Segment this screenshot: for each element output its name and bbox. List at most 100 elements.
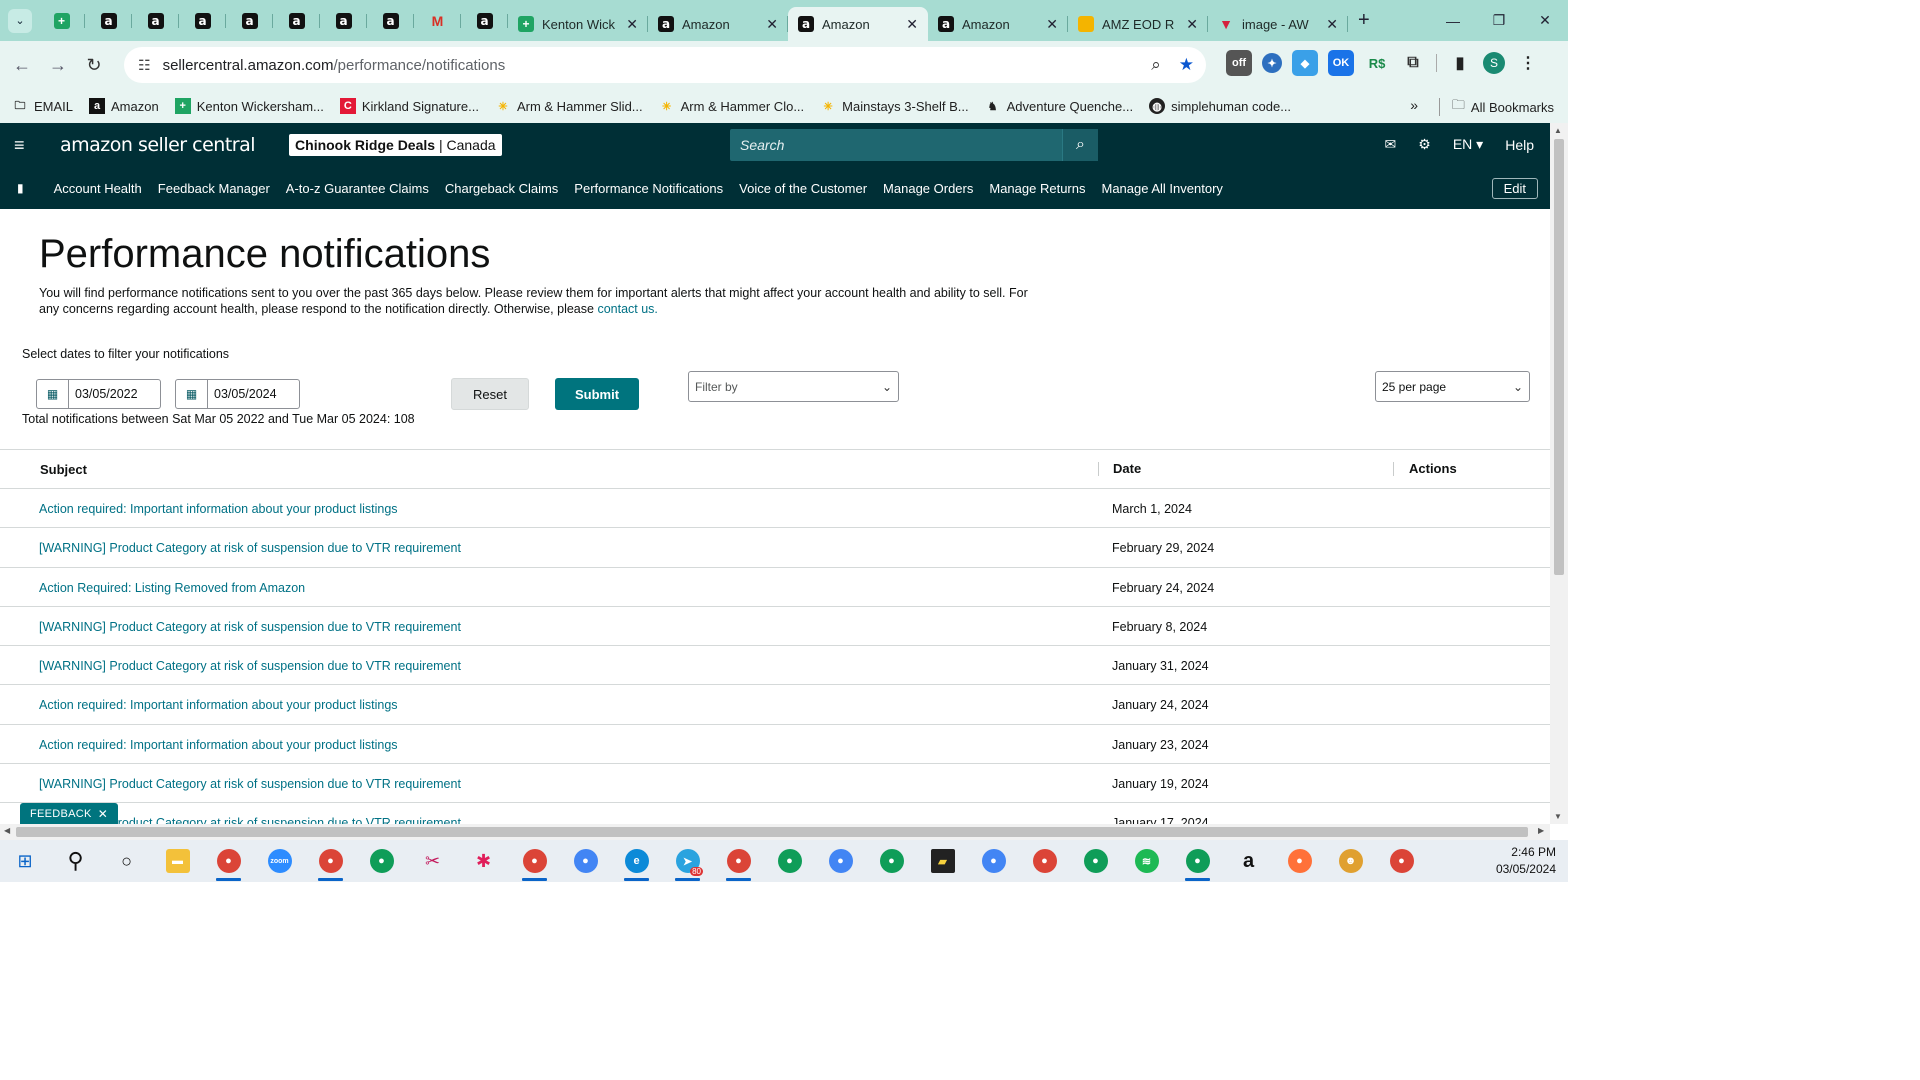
- new-tab-button[interactable]: +: [1358, 9, 1370, 32]
- language-selector[interactable]: EN ▾: [1453, 136, 1483, 153]
- task-view-icon[interactable]: ○: [101, 840, 152, 882]
- nav-manage-inventory[interactable]: Manage All Inventory: [1102, 181, 1223, 196]
- chrome-profile-icon[interactable]: ●: [815, 840, 866, 882]
- chrome-profile-icon[interactable]: ●: [968, 840, 1019, 882]
- chrome-profile-icon[interactable]: ●: [560, 840, 611, 882]
- site-info-icon[interactable]: ☷: [138, 57, 151, 74]
- spotify-icon[interactable]: ≋: [1121, 840, 1172, 882]
- pinned-tab-amazon[interactable]: a: [85, 5, 132, 37]
- bookmark-email[interactable]: 🗀 EMAIL: [12, 98, 74, 114]
- close-icon[interactable]: ✕: [626, 16, 638, 33]
- forward-icon[interactable]: →: [40, 47, 76, 83]
- bookmark-kenton[interactable]: + Kenton Wickersham...: [174, 98, 324, 114]
- scroll-down-icon[interactable]: ▼: [1554, 812, 1562, 821]
- close-icon[interactable]: ✕: [98, 807, 108, 821]
- extension-off-icon[interactable]: off: [1226, 50, 1252, 76]
- date-from-field[interactable]: ▦ 03/05/2022: [36, 379, 161, 409]
- puzzle-icon[interactable]: ⧉: [1400, 50, 1426, 76]
- close-window-icon[interactable]: ✕: [1522, 0, 1568, 41]
- chrome-profile-icon[interactable]: ●: [1070, 840, 1121, 882]
- pinned-tab-amazon[interactable]: a: [179, 5, 226, 37]
- date-to-field[interactable]: ▦ 03/05/2024: [175, 379, 300, 409]
- calendar-icon[interactable]: ▦: [176, 380, 208, 408]
- search-input[interactable]: Search: [730, 137, 1062, 153]
- tab-amz-eod[interactable]: AMZ EOD R ✕: [1068, 7, 1208, 41]
- nav-manage-returns[interactable]: Manage Returns: [989, 181, 1085, 196]
- tab-search-button[interactable]: ⌄: [8, 8, 32, 33]
- tab-image[interactable]: ▼ image - AW ✕: [1208, 7, 1348, 41]
- edit-nav-button[interactable]: Edit: [1491, 178, 1538, 199]
- chrome-profile-icon[interactable]: ●: [305, 840, 356, 882]
- seller-central-logo[interactable]: amazon seller central: [60, 134, 256, 156]
- notification-subject-link[interactable]: [WARNING] Product Category at risk of su…: [39, 659, 461, 673]
- scroll-left-icon[interactable]: ◀: [4, 826, 10, 835]
- close-icon[interactable]: ✕: [1046, 16, 1058, 33]
- back-icon[interactable]: ←: [4, 47, 40, 83]
- scroll-thumb[interactable]: [1554, 139, 1564, 575]
- bookmark-mainstays[interactable]: ✳ Mainstays 3-Shelf B...: [820, 98, 969, 114]
- all-bookmarks[interactable]: 🗀 All Bookmarks: [1438, 96, 1554, 118]
- notification-subject-link[interactable]: Action required: Important information a…: [39, 502, 398, 516]
- system-clock[interactable]: 2:46 PM 03/05/2024: [1496, 844, 1556, 878]
- pinned-tab-amazon[interactable]: a: [226, 5, 273, 37]
- nav-voice-of-customer[interactable]: Voice of the Customer: [739, 181, 867, 196]
- filter-by-select[interactable]: Filter by ⌄: [688, 371, 899, 402]
- close-icon[interactable]: ✕: [1326, 16, 1338, 33]
- chrome-profile-icon[interactable]: ●: [203, 840, 254, 882]
- tab-amazon[interactable]: a Amazon ✕: [648, 7, 788, 41]
- tab-amazon-active[interactable]: a Amazon ✕: [788, 7, 928, 41]
- chrome-profile-icon[interactable]: ●: [866, 840, 917, 882]
- horizontal-scrollbar[interactable]: ◀ ▶: [0, 824, 1550, 840]
- chrome-profile-icon[interactable]: ●: [1172, 840, 1223, 882]
- pinned-tab-amazon[interactable]: a: [132, 5, 179, 37]
- notification-subject-link[interactable]: Action required: Important information a…: [39, 738, 398, 752]
- submit-button[interactable]: Submit: [555, 378, 639, 410]
- menu-kebab-icon[interactable]: ⋮: [1515, 50, 1541, 76]
- notification-subject-link[interactable]: Action required: Important information a…: [39, 698, 398, 712]
- scroll-up-icon[interactable]: ▲: [1554, 126, 1562, 135]
- extension-ok-icon[interactable]: OK: [1328, 50, 1354, 76]
- address-bar[interactable]: ☷ sellercentral.amazon.com/performance/n…: [124, 47, 1206, 83]
- zoom-icon[interactable]: zoom: [254, 840, 305, 882]
- bookmark-arm-hammer-clo[interactable]: ✳ Arm & Hammer Clo...: [659, 98, 804, 114]
- notification-subject-link[interactable]: [WARNING] Product Category at risk of su…: [39, 620, 461, 634]
- amazon-icon[interactable]: a: [1223, 840, 1274, 882]
- telegram-icon[interactable]: ➤ 80: [662, 840, 713, 882]
- firefox-icon[interactable]: ●: [1274, 840, 1325, 882]
- chrome-icon-active[interactable]: ●: [713, 840, 764, 882]
- store-selector[interactable]: Chinook Ridge Deals | Canada: [289, 134, 502, 156]
- reload-icon[interactable]: ↻: [76, 47, 112, 83]
- notification-subject-link[interactable]: Action Required: Listing Removed from Am…: [39, 581, 305, 595]
- restore-icon[interactable]: ❐: [1476, 0, 1522, 41]
- bookmark-star-icon[interactable]: ★: [1179, 55, 1194, 75]
- chrome-profile-icon[interactable]: ●: [764, 840, 815, 882]
- bookmark-kirkland[interactable]: C Kirkland Signature...: [339, 98, 479, 114]
- nav-manage-orders[interactable]: Manage Orders: [883, 181, 973, 196]
- extension-icon[interactable]: ✦: [1262, 53, 1282, 73]
- worker-app-icon[interactable]: ☻: [1325, 840, 1376, 882]
- pinned-tab-gmail[interactable]: M: [414, 5, 461, 37]
- feedback-button[interactable]: FEEDBACK ✕: [20, 803, 119, 824]
- chevron-more-icon[interactable]: »: [1410, 97, 1418, 113]
- bookmark-amazon[interactable]: a Amazon: [89, 98, 159, 114]
- windows-start-icon[interactable]: ⊞: [0, 851, 50, 872]
- search-icon[interactable]: ⌕: [1062, 129, 1098, 161]
- hamburger-menu-icon[interactable]: ≡: [14, 135, 30, 156]
- nav-chargeback-claims[interactable]: Chargeback Claims: [445, 181, 558, 196]
- seller-search[interactable]: Search ⌕: [730, 129, 1098, 161]
- reset-button[interactable]: Reset: [451, 378, 529, 410]
- pinned-tab-amazon[interactable]: a: [273, 5, 320, 37]
- chrome-profile-icon[interactable]: ●: [356, 840, 407, 882]
- extension-rs-icon[interactable]: R$: [1364, 50, 1390, 76]
- bookmark-icon[interactable]: ▮: [17, 181, 24, 195]
- search-icon[interactable]: ⚲: [50, 840, 101, 882]
- snipping-tool-icon[interactable]: ✂: [407, 840, 458, 882]
- nav-a-to-z-claims[interactable]: A-to-z Guarantee Claims: [286, 181, 429, 196]
- vertical-scrollbar[interactable]: ▲ ▼: [1550, 123, 1568, 824]
- nav-feedback-manager[interactable]: Feedback Manager: [158, 181, 270, 196]
- per-page-select[interactable]: 25 per page ⌄: [1375, 371, 1530, 402]
- bookmark-arm-hammer-slid[interactable]: ✳ Arm & Hammer Slid...: [495, 98, 642, 114]
- column-subject[interactable]: Subject: [40, 462, 87, 477]
- edge-icon[interactable]: e: [611, 840, 662, 882]
- nav-performance-notifications[interactable]: Performance Notifications: [574, 181, 723, 196]
